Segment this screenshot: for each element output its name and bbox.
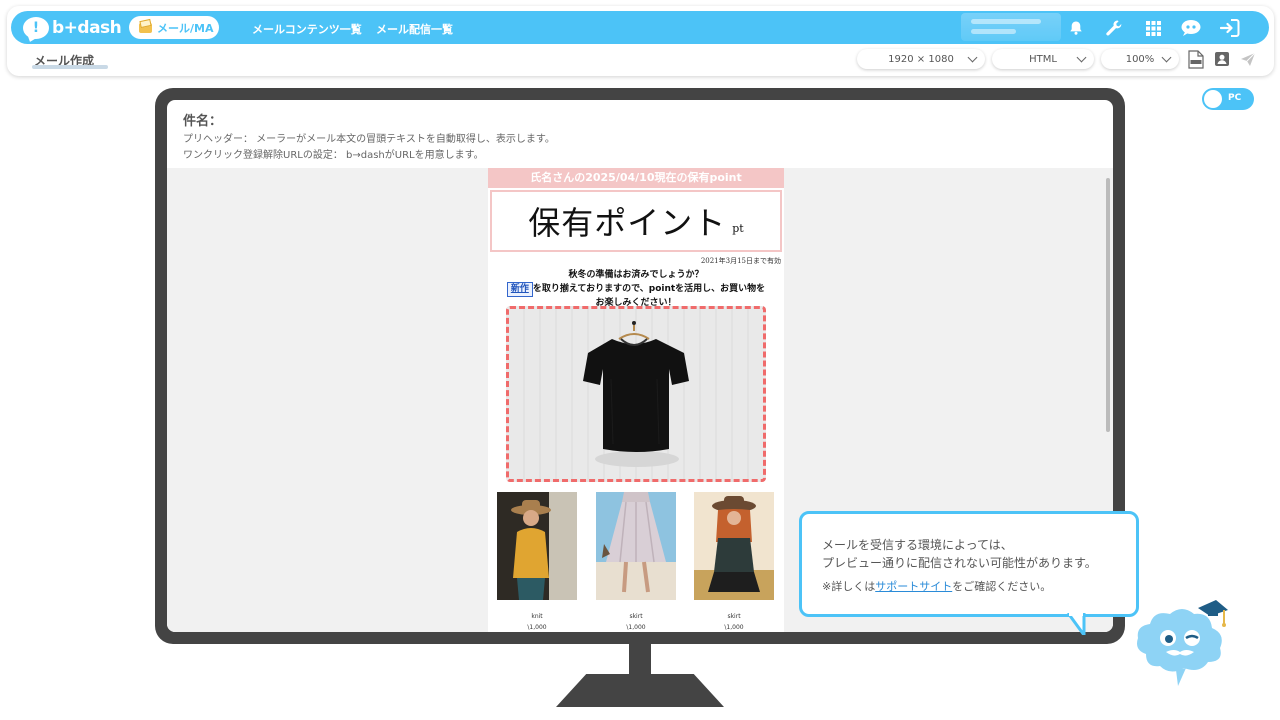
grid-icon[interactable] bbox=[1142, 17, 1164, 39]
preview-scrollbar-thumb[interactable] bbox=[1106, 178, 1110, 432]
email-line-2: を取り揃えておりますので、pointを活用し、お買い物を bbox=[532, 284, 766, 294]
notice-line-1: メールを受信する環境によっては、 bbox=[822, 538, 1013, 552]
product-price: \1,000 bbox=[626, 624, 646, 631]
user-account-info[interactable] bbox=[961, 13, 1061, 41]
product-price: \1,000 bbox=[724, 624, 744, 631]
html-file-icon[interactable] bbox=[1186, 49, 1206, 69]
format-select[interactable]: HTML bbox=[992, 49, 1094, 69]
nav-mail-contents[interactable]: メールコンテンツ一覧 bbox=[252, 21, 362, 37]
product-image-skirt-1[interactable] bbox=[596, 492, 676, 600]
product-image-knit[interactable] bbox=[497, 492, 577, 600]
monitor-stand-neck bbox=[629, 644, 651, 678]
subject-label: 件名： bbox=[183, 114, 223, 129]
skirt-photo bbox=[596, 492, 676, 600]
product-name: skirt bbox=[727, 613, 741, 620]
mascot-cloud-icon bbox=[1137, 600, 1228, 686]
send-icon[interactable] bbox=[1238, 49, 1258, 69]
point-label: 保有ポイント bbox=[528, 204, 727, 242]
logo-text: b+dash bbox=[52, 18, 122, 38]
hero-tshirt-image[interactable] bbox=[506, 306, 766, 482]
product-name: knit bbox=[531, 613, 543, 620]
module-mail-ma-button[interactable]: メール/MA bbox=[129, 16, 219, 39]
logout-icon[interactable] bbox=[1219, 17, 1241, 39]
wrench-icon[interactable] bbox=[1103, 17, 1125, 39]
logo-bubble-icon: ! bbox=[23, 17, 49, 39]
product-image-skirt-2[interactable] bbox=[694, 492, 774, 600]
envelope-icon bbox=[139, 22, 152, 33]
point-box: 保有ポイント pt bbox=[490, 190, 782, 252]
page-title-underline bbox=[32, 65, 108, 69]
tshirt-image bbox=[583, 321, 689, 467]
notice-note-suffix: をご確認ください。 bbox=[952, 580, 1052, 593]
notice-note: ※詳しくはサポートサイトをご確認ください。 bbox=[822, 578, 1136, 596]
support-site-link[interactable]: サポートサイト bbox=[875, 580, 952, 593]
zoom-select[interactable]: 100% bbox=[1101, 49, 1179, 69]
product-name: skirt bbox=[629, 613, 643, 620]
support-bubble-icon[interactable] bbox=[1180, 17, 1202, 39]
chevron-down-icon bbox=[967, 52, 978, 63]
toggle-knob bbox=[1204, 90, 1222, 108]
point-valid-until: 2021年3月15日まで有効 bbox=[700, 257, 781, 265]
unsubscribe-url-setting: ワンクリック登録解除URLの設定： b→dashがURLを用意します。 bbox=[183, 150, 484, 161]
notice-line-2: プレビュー通りに配信されない可能性があります。 bbox=[822, 556, 1097, 570]
bell-icon[interactable] bbox=[1065, 17, 1087, 39]
notice-note-prefix: ※詳しくは bbox=[822, 580, 876, 593]
chevron-down-icon bbox=[1076, 52, 1087, 63]
toggle-label: PC bbox=[1228, 93, 1242, 103]
preview-notice-bubble: メールを受信する環境によっては、 プレビュー通りに配信されない可能性があります。… bbox=[799, 511, 1139, 617]
monitor-stand-base bbox=[556, 674, 724, 707]
point-unit: pt bbox=[732, 221, 744, 235]
nav-mail-delivery[interactable]: メール配信一覧 bbox=[376, 21, 453, 37]
contact-card-icon[interactable] bbox=[1212, 49, 1232, 69]
product-price: \1,000 bbox=[527, 624, 547, 631]
email-body: 氏名さんの2025/04/10現在の保有point 保有ポイント pt 2021… bbox=[488, 168, 784, 632]
zoom-value: 100% bbox=[1125, 53, 1155, 65]
resolution-select[interactable]: 1920 × 1080 bbox=[857, 49, 985, 69]
notice-tail bbox=[1066, 613, 1086, 635]
email-line-1: 秋冬の準備はお済みでしょうか？ bbox=[568, 270, 704, 280]
module-label: メール/MA bbox=[157, 21, 214, 35]
device-toggle-pc[interactable]: PC bbox=[1202, 88, 1254, 110]
email-message: 秋冬の準備はお済みでしょうか？ 新作 を取り揃えておりますので、pointを活用し… bbox=[488, 269, 784, 310]
top-navigation-bar: ! b+dash メール/MA メールコンテンツ一覧 メール配信一覧 bbox=[11, 11, 1269, 44]
resolution-value: 1920 × 1080 bbox=[888, 53, 954, 65]
knit-photo bbox=[497, 492, 577, 600]
chevron-down-icon bbox=[1161, 52, 1172, 63]
format-value: HTML bbox=[1029, 53, 1057, 65]
bdash-logo[interactable]: ! b+dash bbox=[23, 16, 122, 40]
email-point-header: 氏名さんの2025/04/10現在の保有point bbox=[488, 168, 784, 188]
new-arrivals-link[interactable]: 新作 bbox=[506, 282, 533, 297]
preheader-text: プリヘッダー： メーラーがメール本文の冒頭テキストを自動取得し、表示します。 bbox=[183, 134, 555, 145]
skirt-photo bbox=[694, 492, 774, 600]
